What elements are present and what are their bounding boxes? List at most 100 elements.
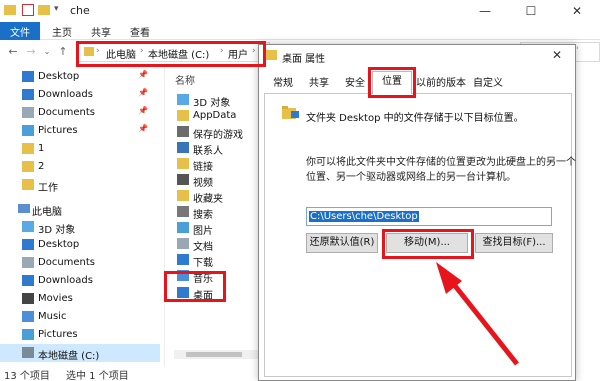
file-list-item-0[interactable]: 3D 对象 — [175, 92, 265, 109]
scrollbar-thumb[interactable] — [186, 352, 242, 357]
annotation-location-tab-highlight — [368, 67, 416, 98]
up-button[interactable]: ↑ — [56, 45, 70, 59]
file-list-item-4-label: 链接 — [193, 162, 213, 173]
file-list-item-10[interactable]: 下载 — [175, 252, 265, 269]
nav-item-this-pc[interactable]: 此电脑 — [0, 200, 160, 218]
file-list-item-9[interactable]: 文档 — [175, 236, 265, 253]
nav-item-quick-1[interactable]: Downloads 📌 — [0, 86, 160, 104]
file-list-item-3-label: 联系人 — [193, 146, 223, 157]
3d-objects-icon — [22, 221, 34, 232]
tab-general[interactable]: 常规 — [268, 74, 298, 93]
pictures-icon — [177, 222, 189, 233]
download-icon — [22, 89, 34, 100]
tab-share[interactable]: 共享 — [91, 24, 111, 39]
file-list-item-7[interactable]: 搜索 — [175, 204, 265, 221]
nav-item-pc-5[interactable]: Music — [0, 308, 160, 326]
nav-item-quick-5-label: 2 — [38, 161, 45, 172]
nav-item-pc-2-label: Documents — [38, 257, 96, 268]
location-explanation-line2: 位置、另一个驱动器或网络上的另一台计算机。 — [306, 172, 516, 183]
tab-sharing[interactable]: 共享 — [304, 74, 334, 93]
folder-icon — [265, 50, 277, 60]
videos-icon — [177, 174, 189, 185]
nav-item-pc-1[interactable]: Desktop — [0, 236, 160, 254]
maximize-button[interactable]: ☐ — [508, 0, 554, 22]
file-list-item-2[interactable]: 保存的游戏 — [175, 124, 265, 141]
nav-item-pc-1-label: Desktop — [38, 239, 80, 250]
find-target-button[interactable]: 查找目标(F)... — [475, 233, 553, 253]
pin-icon: 📌 — [138, 106, 148, 115]
nav-item-pc-7[interactable]: 本地磁盘 (C:) — [0, 344, 160, 362]
dialog-title: 桌面 属性 — [282, 54, 326, 65]
tab-security[interactable]: 安全 — [340, 74, 370, 93]
nav-item-quick-0[interactable]: Desktop 📌 — [0, 68, 160, 86]
nav-item-pc-3[interactable]: Downloads — [0, 272, 160, 290]
nav-item-quick-4[interactable]: 1 — [0, 140, 160, 158]
search-folder-icon — [177, 206, 189, 217]
download-icon — [22, 275, 34, 286]
location-description: 文件夹 Desktop 中的文件存储于以下目标位置。 — [306, 113, 524, 124]
nav-item-pc-0-label: 3D 对象 — [38, 225, 76, 236]
new-folder-icon[interactable] — [38, 5, 50, 15]
status-item-count: 13 个项目 — [4, 371, 50, 381]
nav-item-pc-4[interactable]: Movies — [0, 290, 160, 308]
nav-item-quick-6-label: 工作 — [38, 183, 58, 194]
download-icon — [177, 254, 189, 265]
tab-file[interactable]: 文件 — [0, 22, 40, 40]
tab-customize[interactable]: 自定义 — [468, 74, 508, 93]
close-window-button[interactable]: ✕ — [554, 0, 600, 22]
nav-item-quick-5[interactable]: 2 — [0, 158, 160, 176]
nav-item-quick-1-label: Downloads — [38, 89, 93, 100]
file-list-item-4[interactable]: 链接 — [175, 156, 265, 173]
file-list-item-2-label: 保存的游戏 — [193, 130, 243, 141]
file-list-item-5-label: 视频 — [193, 178, 213, 189]
nav-item-pc-2[interactable]: Documents — [0, 254, 160, 272]
pane-divider[interactable] — [164, 66, 165, 366]
nav-item-pc-3-label: Downloads — [38, 275, 93, 286]
links-icon — [177, 158, 189, 169]
close-dialog-button[interactable]: ✕ — [552, 48, 562, 62]
pin-icon: 📌 — [138, 124, 148, 133]
contacts-icon — [177, 142, 189, 153]
folder-icon — [177, 110, 189, 121]
nav-item-pc-5-label: Music — [38, 311, 67, 322]
file-list-item-5[interactable]: 视频 — [175, 172, 265, 189]
window-title: che — [70, 4, 90, 17]
nav-item-quick-2[interactable]: Documents 📌 — [0, 104, 160, 122]
nav-item-quick-0-label: Desktop — [38, 71, 80, 82]
recent-locations-icon[interactable]: ⌄ — [40, 45, 54, 59]
quick-access-dropdown-icon[interactable]: ▾ — [54, 4, 59, 14]
file-list-item-10-label: 下载 — [193, 258, 213, 269]
documents-icon — [177, 238, 189, 249]
file-list-item-8[interactable]: 图片 — [175, 220, 265, 237]
file-list-item-6[interactable]: 收藏夹 — [175, 188, 265, 205]
target-path-input[interactable]: C:\Users\che\Desktop — [306, 207, 552, 226]
documents-icon — [22, 257, 34, 268]
nav-item-quick-4-label: 1 — [38, 143, 45, 154]
file-list-item-1[interactable]: AppData — [175, 108, 265, 124]
file-list-item-9-label: 文档 — [193, 242, 213, 253]
file-list-item-3[interactable]: 联系人 — [175, 140, 265, 157]
file-list-item-1-label: AppData — [193, 110, 237, 121]
tab-previous-versions[interactable]: 以前的版本 — [416, 74, 466, 93]
forward-button[interactable]: → — [24, 45, 38, 59]
restore-default-button[interactable]: 还原默认值(R) — [306, 233, 378, 253]
minimize-button[interactable]: — — [462, 0, 508, 22]
properties-icon[interactable] — [22, 4, 34, 16]
back-button[interactable]: ← — [6, 45, 20, 59]
nav-item-pc-6[interactable]: Pictures — [0, 326, 160, 344]
nav-item-pc-0[interactable]: 3D 对象 — [0, 218, 160, 236]
nav-item-label: 此电脑 — [32, 207, 62, 218]
nav-item-quick-6[interactable]: 工作 — [0, 176, 160, 194]
tab-view[interactable]: 查看 — [130, 24, 150, 39]
favorites-icon — [177, 190, 189, 201]
column-header-name[interactable]: 名称 — [175, 72, 195, 87]
saved-games-icon — [177, 126, 189, 137]
nav-item-quick-3[interactable]: Pictures 📌 — [0, 122, 160, 140]
tab-home[interactable]: 主页 — [52, 24, 72, 39]
annotation-desktop-highlight — [164, 271, 226, 302]
nav-item-pc-7-label: 本地磁盘 (C:) — [38, 351, 100, 362]
location-explanation-line1: 你可以将此文件夹中文件存储的位置更改为此硬盘上的另一个 — [306, 157, 576, 168]
file-list-item-0-label: 3D 对象 — [193, 98, 231, 109]
target-path-value: C:\Users\che\Desktop — [309, 211, 419, 222]
nav-item-pc-6-label: Pictures — [38, 329, 78, 340]
